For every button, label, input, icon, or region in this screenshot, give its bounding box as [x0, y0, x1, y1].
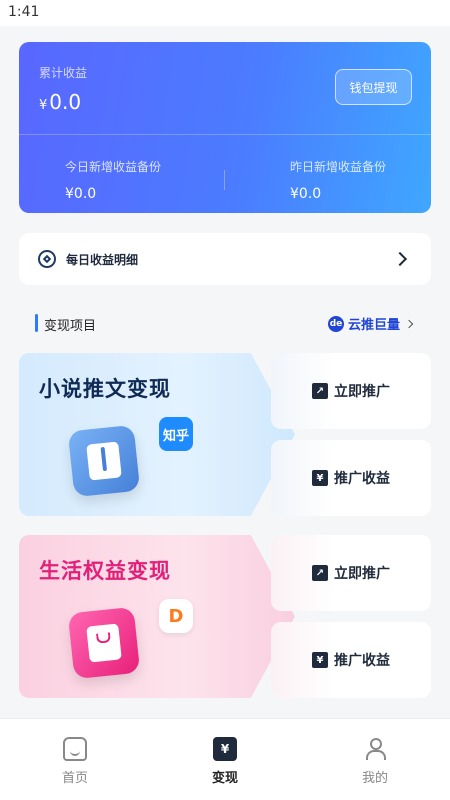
- project-card-life: 生活权益变现 D ↗ 立即推广 ¥ 推广收益: [19, 535, 431, 698]
- section-accent-bar: [35, 314, 38, 332]
- promote-now-button[interactable]: ↗ 立即推广: [271, 535, 431, 611]
- promote-now-label: 立即推广: [334, 384, 390, 400]
- total-earnings-label: 累计收益: [39, 66, 88, 80]
- chevron-right-icon: [392, 251, 408, 267]
- yen-tab-icon: ¥: [213, 737, 237, 761]
- promotion-earnings-button[interactable]: ¥ 推广收益: [271, 440, 431, 516]
- today-earnings-label: 今日新增收益备份: [65, 160, 162, 174]
- project-title: 小说推文变现: [39, 377, 171, 401]
- tab-mine-label: 我的: [361, 771, 388, 786]
- currency-symbol: ¥: [39, 98, 48, 113]
- wallet-withdraw-button[interactable]: 钱包提现: [335, 69, 412, 105]
- yuntui-logo-icon: de: [328, 315, 344, 332]
- status-bar: 1:41: [0, 0, 450, 26]
- project-banner-novel[interactable]: 小说推文变现 知乎: [19, 353, 295, 516]
- section-title: 变现项目: [44, 319, 97, 334]
- yuntui-link[interactable]: de 云推巨量: [328, 314, 414, 333]
- earnings-card: 累计收益 ¥0.0 钱包提现 今日新增收益备份 昨日新增收益备份 ¥0.0 ¥0…: [19, 42, 431, 213]
- shopping-bag-app-icon: [67, 606, 141, 680]
- didi-badge-icon: D: [159, 599, 193, 633]
- tab-mine[interactable]: 我的: [345, 737, 405, 786]
- promote-now-button[interactable]: ↗ 立即推广: [271, 353, 431, 429]
- card-vertical-divider: [224, 170, 225, 190]
- home-icon: [63, 737, 87, 761]
- yen-icon: ¥: [312, 652, 328, 668]
- yen-icon: ¥: [312, 470, 328, 486]
- tab-monetize[interactable]: ¥ 变现: [195, 737, 255, 786]
- tab-monetize-label: 变现: [211, 771, 238, 786]
- card-divider: [19, 134, 431, 135]
- user-icon: [363, 737, 387, 761]
- promotion-earnings-label: 推广收益: [334, 653, 390, 669]
- tab-home[interactable]: 首页: [45, 737, 105, 786]
- promotion-earnings-button[interactable]: ¥ 推广收益: [271, 622, 431, 698]
- daily-earnings-detail-row[interactable]: 每日收益明细: [19, 233, 431, 285]
- yesterday-earnings-value: ¥0.0: [290, 186, 322, 202]
- promote-now-label: 立即推广: [334, 566, 390, 582]
- today-earnings-value: ¥0.0: [65, 186, 97, 202]
- book-app-icon: [67, 424, 141, 498]
- chart-icon: ↗: [312, 383, 328, 399]
- zhihu-badge-icon: 知乎: [159, 417, 193, 451]
- promotion-earnings-label: 推广收益: [334, 471, 390, 487]
- bottom-tab-bar: 首页 ¥ 变现 我的: [0, 718, 450, 800]
- chevron-right-icon: [404, 319, 414, 328]
- yesterday-earnings-label: 昨日新增收益备份: [290, 160, 387, 174]
- yuntui-link-label: 云推巨量: [348, 318, 401, 333]
- chart-icon: ↗: [312, 565, 328, 581]
- project-banner-life[interactable]: 生活权益变现 D: [19, 535, 295, 698]
- diamond-circle-icon: [38, 250, 56, 268]
- project-card-novel: 小说推文变现 知乎 ↗ 立即推广 ¥ 推广收益: [19, 353, 431, 516]
- project-title: 生活权益变现: [39, 559, 171, 583]
- daily-earnings-detail-label: 每日收益明细: [66, 252, 139, 267]
- total-earnings-value: ¥0.0: [39, 90, 81, 114]
- total-earnings-number: 0.0: [49, 90, 82, 114]
- tab-home-label: 首页: [61, 771, 88, 786]
- status-time: 1:41: [8, 4, 40, 20]
